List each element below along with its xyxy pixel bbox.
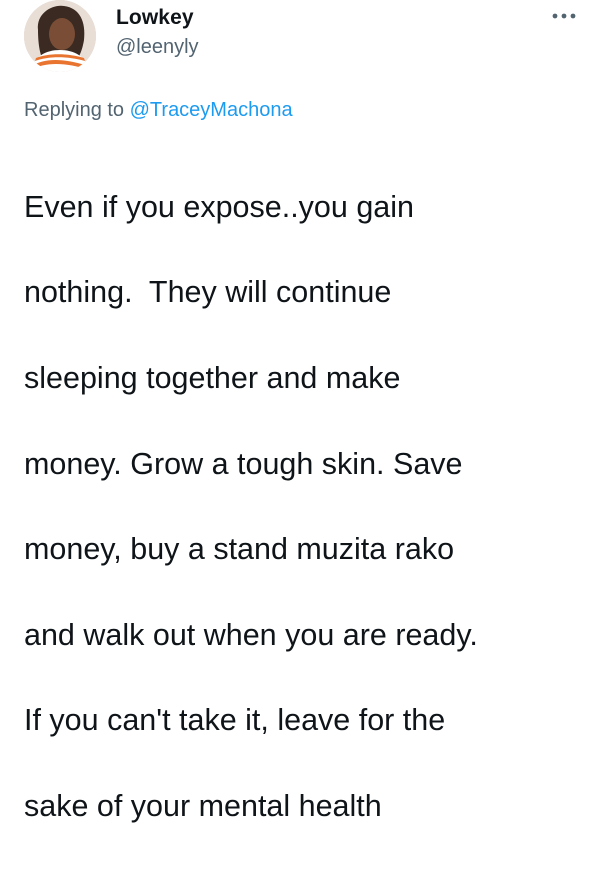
tweet-text: Even if you expose..you gain nothing. Th… [24,143,584,871]
tweet-card: Lowkey @leenyly Replying to @TraceyMacho… [0,0,600,823]
more-horizontal-icon[interactable] [550,6,578,26]
tweet-text-line: money, buy a stand muzita rako [24,532,455,567]
author-display-name[interactable]: Lowkey [116,6,194,30]
replying-to-line: Replying to @TraceyMachona [24,99,293,122]
tweet-text-line: nothing. They will continue [24,275,392,310]
reply-to-handle-link[interactable]: @TraceyMachona [130,99,293,121]
author-handle[interactable]: @leenyly [116,36,199,59]
replying-to-label: Replying to [24,99,130,121]
profile-photo-icon [24,0,96,72]
author-avatar[interactable] [24,0,96,72]
tweet-text-line: If you can't take it, leave for the [24,703,446,738]
tweet-text-line: sake of your mental health [24,788,382,823]
tweet-text-line: and walk out when you are ready. [24,617,478,652]
tweet-text-line: Even if you expose..you gain [24,189,414,224]
tweet-text-line: sleeping together and make [24,360,401,395]
tweet-text-line: money. Grow a tough skin. Save [24,446,463,481]
